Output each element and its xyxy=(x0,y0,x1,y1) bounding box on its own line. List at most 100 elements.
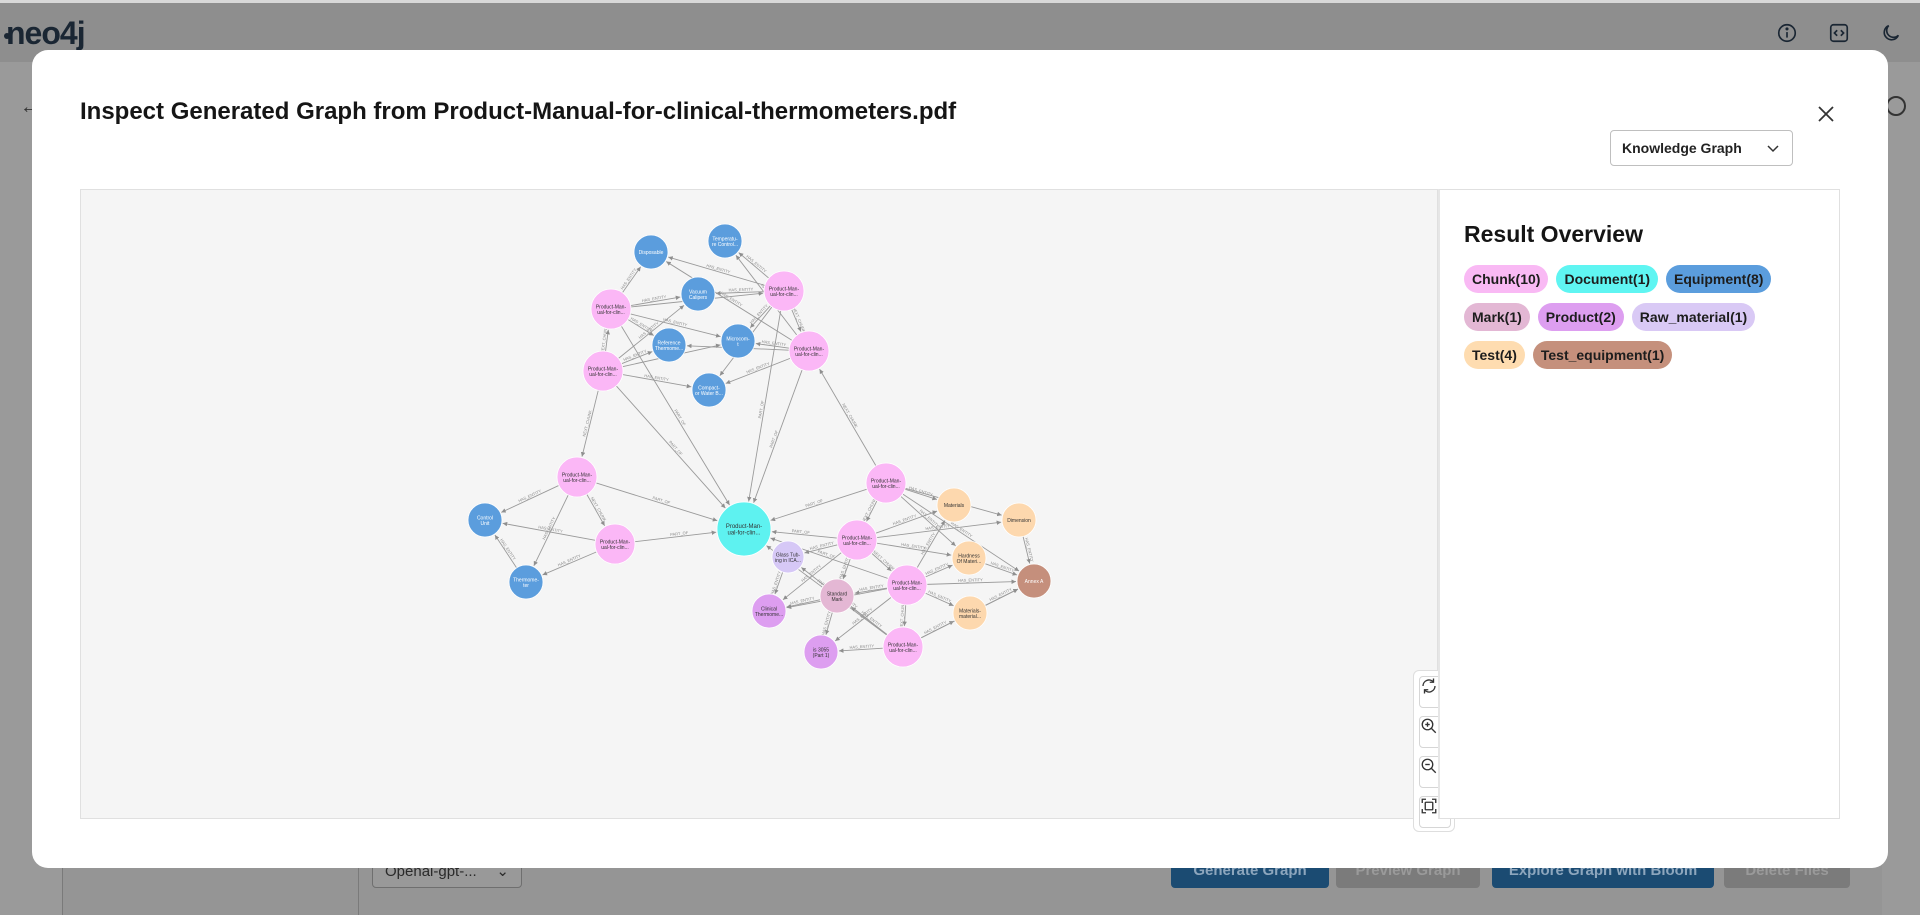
graph-edge-label: HAS_ENTITY xyxy=(927,589,952,604)
graph-node-test[interactable]: Materials xyxy=(936,487,972,523)
graph-node-equipment[interactable]: Control Unit xyxy=(467,502,503,538)
graph-svg[interactable]: PART_OFPART_OFPART_OFPART_OFPART_OFPART_… xyxy=(81,190,1437,818)
graph-edge xyxy=(753,369,803,503)
label-badges: Chunk(10) Document(1) Equipment(8) Mark(… xyxy=(1464,265,1824,369)
graph-node-chunk[interactable]: Product-Man-ual-for-clin... xyxy=(590,288,632,330)
graph-node-label: Disposable xyxy=(639,250,664,256)
graph-edge-label: HAS_ENTITY xyxy=(663,317,688,328)
graph-node-mark[interactable]: Standard Mark xyxy=(819,578,855,614)
graph-node-chunk[interactable]: Product-Man-ual-for-clin... xyxy=(763,270,805,312)
graph-node-label: Product-Man-ual-for-clin... xyxy=(892,580,923,592)
graph-node-chunk[interactable]: Product-Man-ual-for-clin... xyxy=(882,626,924,668)
graph-node-chunk[interactable]: Product-Man-ual-for-clin... xyxy=(886,564,928,606)
result-overview-title: Result Overview xyxy=(1464,221,1643,247)
fit-screen-icon xyxy=(1421,798,1437,814)
graph-edge-label: HAS_ENTITY xyxy=(989,586,1014,602)
graph-node-label: Reference Thermome... xyxy=(655,340,683,352)
graph-modal: Inspect Generated Graph from Product-Man… xyxy=(32,50,1888,868)
more-icon[interactable] xyxy=(1886,96,1906,116)
graph-edge xyxy=(819,368,877,466)
graph-node-label: Compact-or Water B... xyxy=(695,385,723,397)
graph-node-product[interactable]: is 3055 (Part 1) xyxy=(803,634,839,670)
badge-chunk[interactable]: Chunk(10) xyxy=(1464,265,1549,293)
graph-edge-label: HAS_ENTITY xyxy=(924,561,949,576)
graph-node-label: Materials xyxy=(944,503,965,509)
graph-node-equipment[interactable]: Disposable xyxy=(633,234,669,270)
graph-edge-label: HAS_ENTITY xyxy=(950,521,974,539)
zoom-out-icon xyxy=(1421,758,1437,774)
graph-edge xyxy=(501,485,560,513)
graph-node-document[interactable]: Product-Man-ual-for-clin... xyxy=(716,501,772,557)
info-icon[interactable] xyxy=(1776,22,1798,44)
graph-edge-label: HAS_ENTITY xyxy=(1024,537,1035,562)
graph-node-test[interactable]: Materials-material... xyxy=(952,595,988,631)
graph-node-chunk[interactable]: Product-Man-ual-for-clin... xyxy=(582,350,624,392)
graph-edge-label: HAS_ENTITY xyxy=(619,267,637,290)
graph-edge xyxy=(770,488,868,522)
graph-node-equipment[interactable]: Temperatu-re Control... xyxy=(707,223,743,259)
badge-document[interactable]: Document(1) xyxy=(1556,265,1659,293)
graph-nodes[interactable]: Product-Man-ual-for-clin... Disposable Tem… xyxy=(467,223,1052,670)
graph-edge-label: NEXT_CHUNK xyxy=(590,496,608,522)
graph-node-chunk[interactable]: Product-Man-ual-for-clin... xyxy=(865,462,907,504)
graph-edge-label: NEXT_CHUNK xyxy=(872,549,896,571)
refresh-icon xyxy=(1422,678,1436,694)
graph-edge-label: NEXT_CHUNK xyxy=(860,497,877,524)
result-overview-panel: Result Overview Chunk(10) Document(1) Eq… xyxy=(1438,189,1840,819)
app-logo: neo4j xyxy=(6,15,86,51)
graph-edge-label: HAS_ENTITY xyxy=(923,619,948,635)
badge-test-equipment[interactable]: Test_equipment(1) xyxy=(1532,341,1673,369)
graph-edge xyxy=(542,551,597,576)
close-icon[interactable] xyxy=(1814,102,1838,126)
graph-node-chunk[interactable]: Product-Man-ual-for-clin... xyxy=(594,523,636,565)
graph-node-chunk[interactable]: Product-Man-ual-for-clin... xyxy=(556,456,598,498)
graph-node-test[interactable]: Hardness Of Materi... xyxy=(951,540,987,576)
graph-node-label: Hardness Of Materi... xyxy=(957,553,982,565)
graph-edge-label: HAS_ENTITY xyxy=(790,595,815,605)
graph-node-product[interactable]: Clinical Thermome... xyxy=(751,593,787,629)
graph-node-chunk[interactable]: Product-Man-ual-for-clin... xyxy=(788,330,830,372)
graph-canvas[interactable]: PART_OF PART_OF PART_OF PART_OF PART_OF PART_… xyxy=(80,189,1455,832)
graph-view-select-value: Knowledge Graph xyxy=(1622,140,1742,156)
moon-icon[interactable] xyxy=(1880,22,1902,44)
graph-node-label: Product-Man-ual-for-clin... xyxy=(726,524,762,537)
graph-node-label: Product-Man-ual-for-clin... xyxy=(871,478,902,490)
graph-node-equipment[interactable]: Thermome-ter xyxy=(508,564,544,600)
graph-view-select[interactable]: Knowledge Graph xyxy=(1610,130,1793,166)
graph-node-label: Product-Man-ual-for-clin... xyxy=(600,539,631,551)
graph-node-label: Temperatu-re Control... xyxy=(712,236,738,248)
graph-node-equipment[interactable]: Microcom-t xyxy=(720,323,756,359)
graph-node-label: Product-Man-ual-for-clin... xyxy=(794,346,825,358)
zoom-in-icon xyxy=(1421,718,1437,734)
badge-product[interactable]: Product(2) xyxy=(1537,303,1624,331)
graph-node-equipment[interactable]: Vacuum Calipers xyxy=(680,276,716,312)
graph-edge-label: NEXT_CHUNK xyxy=(841,403,859,429)
graph-edge-label: HAS_ENTITY xyxy=(517,488,542,503)
graph-edge-label: HAS_ENTITY xyxy=(499,538,517,562)
chevron-down-icon xyxy=(1767,145,1779,153)
badge-test[interactable]: Test(4) xyxy=(1464,341,1525,369)
graph-node-equipment[interactable]: Compact-or Water B... xyxy=(691,372,727,408)
badge-mark[interactable]: Mark(1) xyxy=(1464,303,1530,331)
badge-raw-material[interactable]: Raw_material(1) xyxy=(1631,303,1756,331)
graph-node-label: Vacuum Calipers xyxy=(689,289,708,301)
graph-node-label: Dimension xyxy=(1007,518,1031,524)
graph-node-chunk[interactable]: Product-Man-ual-for-clin... xyxy=(836,519,878,561)
graph-node-label: Product-Man-ual-for-clin... xyxy=(888,642,919,654)
graph-edge-label: PART_OF xyxy=(817,549,836,560)
code-icon[interactable] xyxy=(1828,22,1850,44)
graph-node-label: Product-Man-ual-for-clin... xyxy=(769,286,800,298)
graph-node-label: Product-Man-ual-for-clin... xyxy=(842,535,873,547)
graph-node-label: Product-Man-ual-for-clin... xyxy=(596,304,627,316)
graph-node-label: Materials-material... xyxy=(959,608,981,620)
graph-edge-label: HAS_ENTITY xyxy=(820,610,832,635)
graph-node-raw-material[interactable]: Glass Tub-ing in ICA... xyxy=(771,540,805,574)
graph-node-equipment[interactable]: Reference Thermome... xyxy=(651,327,687,363)
graph-edges: PART_OFPART_OFPART_OFPART_OFPART_OFPART_… xyxy=(494,252,1035,653)
graph-node-test[interactable]: Dimension xyxy=(1001,502,1037,538)
graph-node-test-equipment[interactable]: Annex A xyxy=(1016,563,1052,599)
graph-node-label: Product-Man-ual-for-clin... xyxy=(562,472,593,484)
graph-edge-label: HAS_ENTITY xyxy=(728,287,753,293)
badge-equipment[interactable]: Equipment(8) xyxy=(1666,265,1772,293)
graph-edge-label: HAS_ENTITY xyxy=(749,303,770,325)
